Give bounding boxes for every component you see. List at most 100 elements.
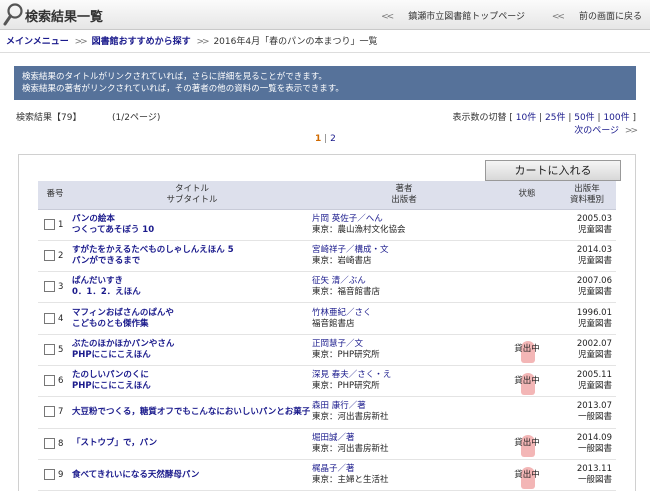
row-author-link[interactable]: 堀田誠／著 xyxy=(312,433,496,444)
info-line-2: 検索結果の著者がリンクされていれば，その著者の他の資料の一覧を表示できます。 xyxy=(22,84,344,94)
row-year: 2007.06 xyxy=(576,276,612,287)
row-status: 貸出中 xyxy=(514,469,540,480)
row-publisher: 東京：PHP研究所 xyxy=(312,349,380,360)
row-publisher: 東京：岩崎書店 xyxy=(312,255,372,266)
row-checkbox[interactable] xyxy=(44,375,55,387)
display-25-link[interactable]: 25件 xyxy=(545,113,565,123)
row-author-link[interactable]: 梶晶子／著 xyxy=(312,464,496,475)
row-title-link[interactable]: 「ストウブ」で，パン xyxy=(72,438,312,449)
row-subtitle: PHPにこにこえほん xyxy=(72,381,151,392)
header-type-label: 資料種別 xyxy=(569,194,604,205)
table-row: 3 ぱんだいすき 0．1．2．えほん 征矢 清／ぶん 東京：福音館書店 2007.0… xyxy=(38,271,616,304)
row-status: 貸出中 xyxy=(514,438,540,449)
row-type: 一般図書 xyxy=(577,443,612,454)
row-publisher: 東京：福音館書店 xyxy=(312,287,381,298)
row-type: 児童図書 xyxy=(577,349,612,360)
header-title-label: タイトル xyxy=(174,183,209,194)
table-row: 1 パンの絵本 つくってあそぼう 10 片岡 英佐子／へん 東京：農山漁村文化協会 … xyxy=(38,209,616,241)
row-publisher: 東京：PHP研究所 xyxy=(312,381,380,392)
row-author-link[interactable]: 正岡慧子／文 xyxy=(312,339,496,350)
header-year: 出版年 資料種別 xyxy=(558,181,616,210)
row-number: 4 xyxy=(58,313,64,324)
row-year: 1996.01 xyxy=(576,307,612,318)
header-author-label: 著者 xyxy=(395,183,413,194)
row-title-link[interactable]: すがたをかえるたべものしゃしんえほん 5 xyxy=(72,245,312,256)
pagination: 1 | 2 xyxy=(315,134,336,144)
table-header-row: 番号 タイトル サブタイトル 著者 出版者 状態 出版年 資料種別 xyxy=(38,181,616,210)
page-indicator: (1/2ページ) xyxy=(112,113,161,123)
table-row: 7 大豆粉でつくる，糖質オフでもこんなにおいしいパンとお菓子 森田 康行／著 東京… xyxy=(38,396,616,429)
row-number: 3 xyxy=(58,282,64,293)
header-year-label: 出版年 xyxy=(574,183,600,194)
display-10-link[interactable]: 10件 xyxy=(516,113,536,123)
breadcrumb: メインメニュー >> 図書館おすすめから探す >> 2016年4月「春のパンの本… xyxy=(6,34,378,47)
breadcrumb-main-menu[interactable]: メインメニュー xyxy=(6,37,69,47)
result-count: 検索結果【79】 xyxy=(16,113,82,123)
row-number: 1 xyxy=(58,219,64,230)
row-title-link[interactable]: マフィンおばさんのぱんや xyxy=(72,308,312,319)
page-2-link[interactable]: 2 xyxy=(330,134,336,144)
breadcrumb-recommend[interactable]: 図書館おすすめから探す xyxy=(92,37,191,47)
header-author: 著者 出版者 xyxy=(312,181,496,210)
row-checkbox[interactable] xyxy=(44,469,55,481)
row-status xyxy=(496,271,558,304)
page-1-current: 1 xyxy=(315,134,322,144)
row-subtitle: パンができるまで xyxy=(72,255,141,266)
row-year: 2013.07 xyxy=(576,401,612,412)
row-title-link[interactable]: ぶたのほかほかパンやさん xyxy=(72,339,312,350)
row-publisher: 福音館書店 xyxy=(312,318,355,329)
table-row: 8 「ストウブ」で，パン 堀田誠／著 東京：河出書房新社 貸出中 2014.09 一… xyxy=(38,428,616,460)
display-50-link[interactable]: 50件 xyxy=(574,113,594,123)
row-checkbox[interactable] xyxy=(44,281,55,293)
row-type: 児童図書 xyxy=(577,381,612,392)
row-author-link[interactable]: 竹林亜紀／さく xyxy=(312,308,496,319)
row-status: 貸出中 xyxy=(514,344,540,355)
row-type: 児童図書 xyxy=(577,255,612,266)
add-to-cart-button[interactable]: カートに入れる xyxy=(485,160,621,181)
row-number: 7 xyxy=(58,407,64,418)
row-checkbox[interactable] xyxy=(44,312,55,324)
row-type: 一般図書 xyxy=(577,412,612,423)
next-page-label: 次のページ xyxy=(574,126,620,136)
double-chevron-left-icon: << xyxy=(381,12,394,22)
breadcrumb-separator-icon: >> xyxy=(74,37,88,47)
row-title-link[interactable]: パンの絵本 xyxy=(72,214,312,225)
row-subtitle: こどものとも傑作集 xyxy=(72,318,149,329)
results-table: 番号 タイトル サブタイトル 著者 出版者 状態 出版年 資料種別 1 パンの絵… xyxy=(38,181,616,491)
row-status xyxy=(496,302,558,335)
back-link[interactable]: << 前の画面に戻る xyxy=(540,12,642,22)
row-checkbox[interactable] xyxy=(44,249,55,261)
row-year: 2005.11 xyxy=(576,370,612,381)
lent-out-badge: 貸出中 xyxy=(514,466,540,489)
row-author-link[interactable]: 宮崎祥子／構成・文 xyxy=(312,245,496,256)
row-title-link[interactable]: 食べてきれいになる天然酵母パン xyxy=(72,470,312,481)
row-type: 児童図書 xyxy=(577,287,612,298)
double-chevron-right-icon: >> xyxy=(624,126,638,136)
search-magnifier-icon xyxy=(3,2,25,31)
library-top-link[interactable]: << 鎮瀬市立図書館トップページ xyxy=(369,12,525,22)
page-separator: | xyxy=(324,134,328,144)
table-row: 6 たのしいパンのくに PHPにこにこえほん 深見 春夫／さく・え 東京：PHP研究… xyxy=(38,365,616,398)
header-status: 状態 xyxy=(496,181,558,210)
header-title: タイトル サブタイトル xyxy=(72,181,312,210)
row-author-link[interactable]: 征矢 清／ぶん xyxy=(312,276,496,287)
row-checkbox[interactable] xyxy=(44,406,55,418)
row-title-link[interactable]: 大豆粉でつくる，糖質オフでもこんなにおいしいパンとお菓子 xyxy=(72,407,312,418)
row-title-link[interactable]: たのしいパンのくに xyxy=(72,370,312,381)
table-row: 4 マフィンおばさんのぱんや こどものとも傑作集 竹林亜紀／さく 福音館書店 199… xyxy=(38,302,616,335)
row-checkbox[interactable] xyxy=(44,343,55,355)
row-number: 8 xyxy=(58,438,64,449)
row-number: 9 xyxy=(58,470,64,481)
display-100-link[interactable]: 100件 xyxy=(603,113,629,123)
row-author-link[interactable]: 森田 康行／著 xyxy=(312,401,496,412)
row-checkbox[interactable] xyxy=(44,437,55,449)
row-author-link[interactable]: 片岡 英佐子／へん xyxy=(312,214,496,225)
lent-out-badge: 貸出中 xyxy=(514,435,540,458)
row-author-link[interactable]: 深見 春夫／さく・え xyxy=(312,370,496,381)
next-page-link[interactable]: 次のページ >> xyxy=(574,123,638,136)
info-box: 検索結果のタイトルがリンクされていれば，さらに詳細を見ることができます。 検索結… xyxy=(14,66,636,100)
row-year: 2005.03 xyxy=(576,213,612,224)
row-checkbox[interactable] xyxy=(44,218,55,230)
row-title-link[interactable]: ぱんだいすき xyxy=(72,276,312,287)
table-row: 2 すがたをかえるたべものしゃしんえほん 5 パンができるまで 宮崎祥子／構成・文… xyxy=(38,240,616,273)
